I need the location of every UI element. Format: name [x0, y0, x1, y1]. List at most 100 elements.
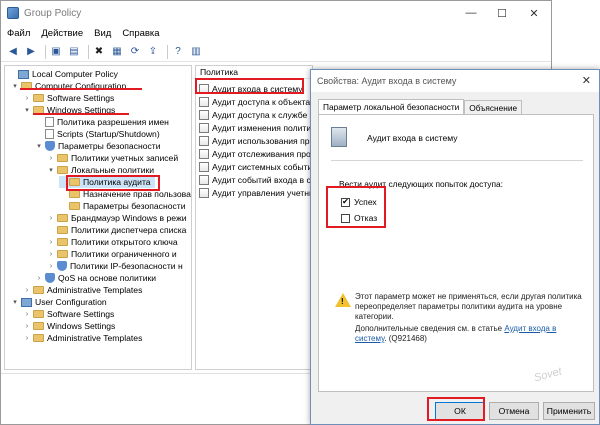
toolbar: ◀ ▶ ▣ ▤ ✖ ▦ ⟳ ⇪ ? ▥: [1, 42, 551, 62]
tree-network-list[interactable]: Политики диспетчера списка: [47, 224, 186, 236]
chevron-right-icon[interactable]: ›: [47, 155, 55, 162]
chevron-right-icon[interactable]: ›: [47, 251, 55, 258]
properties-icon[interactable]: ▦: [110, 45, 124, 59]
warning-text: Этот параметр может не применяться, если…: [355, 292, 582, 321]
chevron-down-icon[interactable]: ▾: [47, 166, 55, 174]
menu-view[interactable]: Вид: [94, 28, 111, 39]
tree-user-software-settings[interactable]: › Software Settings: [23, 308, 115, 320]
policy-list-pane: Политика Аудит входа в систему Аудит дос…: [195, 65, 313, 370]
list-item[interactable]: Аудит событий входа в си: [199, 174, 312, 186]
folder-icon: [69, 202, 80, 210]
policy-setting-icon: [199, 84, 209, 94]
list-item[interactable]: Аудит доступа к объектам: [199, 96, 312, 108]
tree-user-rights[interactable]: Назначение прав пользова: [59, 188, 191, 200]
chevron-right-icon[interactable]: ›: [23, 335, 31, 342]
policy-setting-icon: [199, 149, 209, 159]
tab-local-security-setting[interactable]: Параметр локальной безопасности: [318, 99, 465, 114]
audit-attempts-label: Вести аудит следующих попыток доступа:: [339, 179, 503, 189]
export-list-icon[interactable]: ⇪: [146, 45, 160, 59]
tree-local-policies[interactable]: ▾ Локальные политики: [47, 164, 154, 176]
menu-help[interactable]: Справка: [122, 28, 159, 39]
chevron-right-icon[interactable]: ›: [47, 263, 55, 270]
tree-user-windows-settings[interactable]: › Windows Settings: [23, 320, 115, 332]
tree-public-key[interactable]: › Политики открытого ключа: [47, 236, 178, 248]
list-item[interactable]: Аудит системных событий: [199, 161, 312, 173]
tree-firewall[interactable]: › Брандмауэр Windows в режи: [47, 212, 187, 224]
tree-ipsec[interactable]: › Политики IP-безопасности н: [47, 260, 183, 272]
ok-button[interactable]: ОК: [435, 402, 485, 420]
tab-explain[interactable]: Объяснение: [464, 100, 523, 114]
list-item[interactable]: Аудит использования при: [199, 135, 312, 147]
cancel-button[interactable]: Отмена: [489, 402, 539, 420]
tree-audit-policy[interactable]: Политика аудита: [59, 176, 155, 188]
chevron-right-icon[interactable]: ›: [23, 323, 31, 330]
folder-icon: [57, 226, 68, 234]
list-item[interactable]: Аудит отслеживания проц: [199, 148, 312, 160]
chevron-right-icon[interactable]: ›: [47, 215, 55, 222]
failure-checkbox-row[interactable]: Отказ: [341, 212, 377, 224]
tree-user-configuration[interactable]: ▾ User Configuration: [11, 296, 106, 308]
list-item[interactable]: Аудит изменения политик: [199, 122, 312, 134]
failure-checkbox[interactable]: [341, 213, 350, 223]
tree-security-options[interactable]: Параметры безопасности: [59, 200, 186, 212]
tree-qos[interactable]: › QoS на основе политики: [35, 272, 156, 284]
success-checkbox[interactable]: ✔: [341, 197, 350, 207]
back-icon[interactable]: ◀: [6, 45, 20, 59]
list-item[interactable]: Аудит управления учетны: [199, 187, 312, 199]
policy-setting-icon: [199, 110, 209, 120]
help-icon[interactable]: ?: [171, 45, 185, 59]
action-pane-icon[interactable]: ▥: [189, 45, 203, 59]
group-policy-app-icon: [7, 7, 19, 19]
success-checkbox-row[interactable]: ✔ Успех: [341, 196, 377, 208]
chevron-down-icon[interactable]: ▾: [11, 82, 19, 90]
dialog-title: Свойства: Аудит входа в систему: [317, 76, 457, 86]
folder-icon: [57, 214, 68, 222]
more-info-prefix: Дополнительные сведения см. в статье: [355, 324, 503, 333]
maximize-button[interactable]: ☐: [487, 1, 517, 25]
tree-software-restriction[interactable]: › Политики ограниченного и: [47, 248, 177, 260]
forward-icon[interactable]: ▶: [24, 45, 38, 59]
chevron-right-icon[interactable]: ›: [23, 95, 31, 102]
tree-root[interactable]: Local Computer Policy: [8, 68, 118, 80]
policy-setting-icon: [199, 136, 209, 146]
tree-name-resolution-policy[interactable]: Политика разрешения имен: [35, 116, 169, 128]
up-folder-icon[interactable]: ▣: [49, 45, 63, 59]
policy-name: Аудит входа в систему: [367, 133, 458, 143]
chevron-down-icon[interactable]: ▾: [23, 106, 31, 114]
folder-icon: [33, 310, 44, 318]
show-hide-tree-icon[interactable]: ▤: [67, 45, 81, 59]
tree-account-policies[interactable]: › Политики учетных записей: [47, 152, 178, 164]
dialog-title-bar[interactable]: Свойства: Аудит входа в систему ✕: [311, 70, 599, 92]
tree-software-settings[interactable]: › Software Settings: [23, 92, 115, 104]
chevron-right-icon[interactable]: ›: [23, 287, 31, 294]
menu-file[interactable]: Файл: [7, 28, 30, 39]
refresh-icon[interactable]: ⟳: [128, 45, 142, 59]
tree-admin-templates[interactable]: › Administrative Templates: [23, 284, 143, 296]
tree-computer-configuration[interactable]: ▾ Computer Configuration: [11, 80, 126, 92]
minimize-button[interactable]: —: [456, 1, 486, 25]
tree-scripts[interactable]: Scripts (Startup/Shutdown): [35, 128, 160, 140]
tree-security-settings[interactable]: ▾ Параметры безопасности: [35, 140, 161, 152]
chevron-down-icon[interactable]: ▾: [11, 298, 19, 306]
qos-icon: [45, 273, 55, 283]
more-info-suffix: . (Q921468): [384, 334, 427, 343]
highlight-underline-computer-config: [20, 88, 142, 90]
chevron-down-icon[interactable]: ▾: [35, 142, 43, 150]
folder-icon: [33, 94, 44, 102]
policy-setting-icon: [199, 123, 209, 133]
list-item-logon-audit[interactable]: Аудит входа в систему: [199, 83, 303, 95]
tree-user-admin-templates[interactable]: › Administrative Templates: [23, 332, 143, 344]
apply-button[interactable]: Применить: [543, 402, 595, 420]
chevron-right-icon[interactable]: ›: [23, 311, 31, 318]
chevron-right-icon[interactable]: ›: [35, 275, 43, 282]
column-header-policy[interactable]: Политика: [196, 66, 312, 79]
menu-action[interactable]: Действие: [41, 28, 83, 39]
title-bar[interactable]: Group Policy — ☐ ✕: [1, 1, 551, 25]
close-button[interactable]: ✕: [519, 1, 549, 25]
server-policy-icon: [331, 127, 347, 147]
ipsec-icon: [57, 261, 67, 271]
dialog-close-button[interactable]: ✕: [582, 74, 591, 87]
delete-icon[interactable]: ✖: [92, 45, 106, 59]
chevron-right-icon[interactable]: ›: [47, 239, 55, 246]
list-item[interactable]: Аудит доступа к службе к: [199, 109, 312, 121]
